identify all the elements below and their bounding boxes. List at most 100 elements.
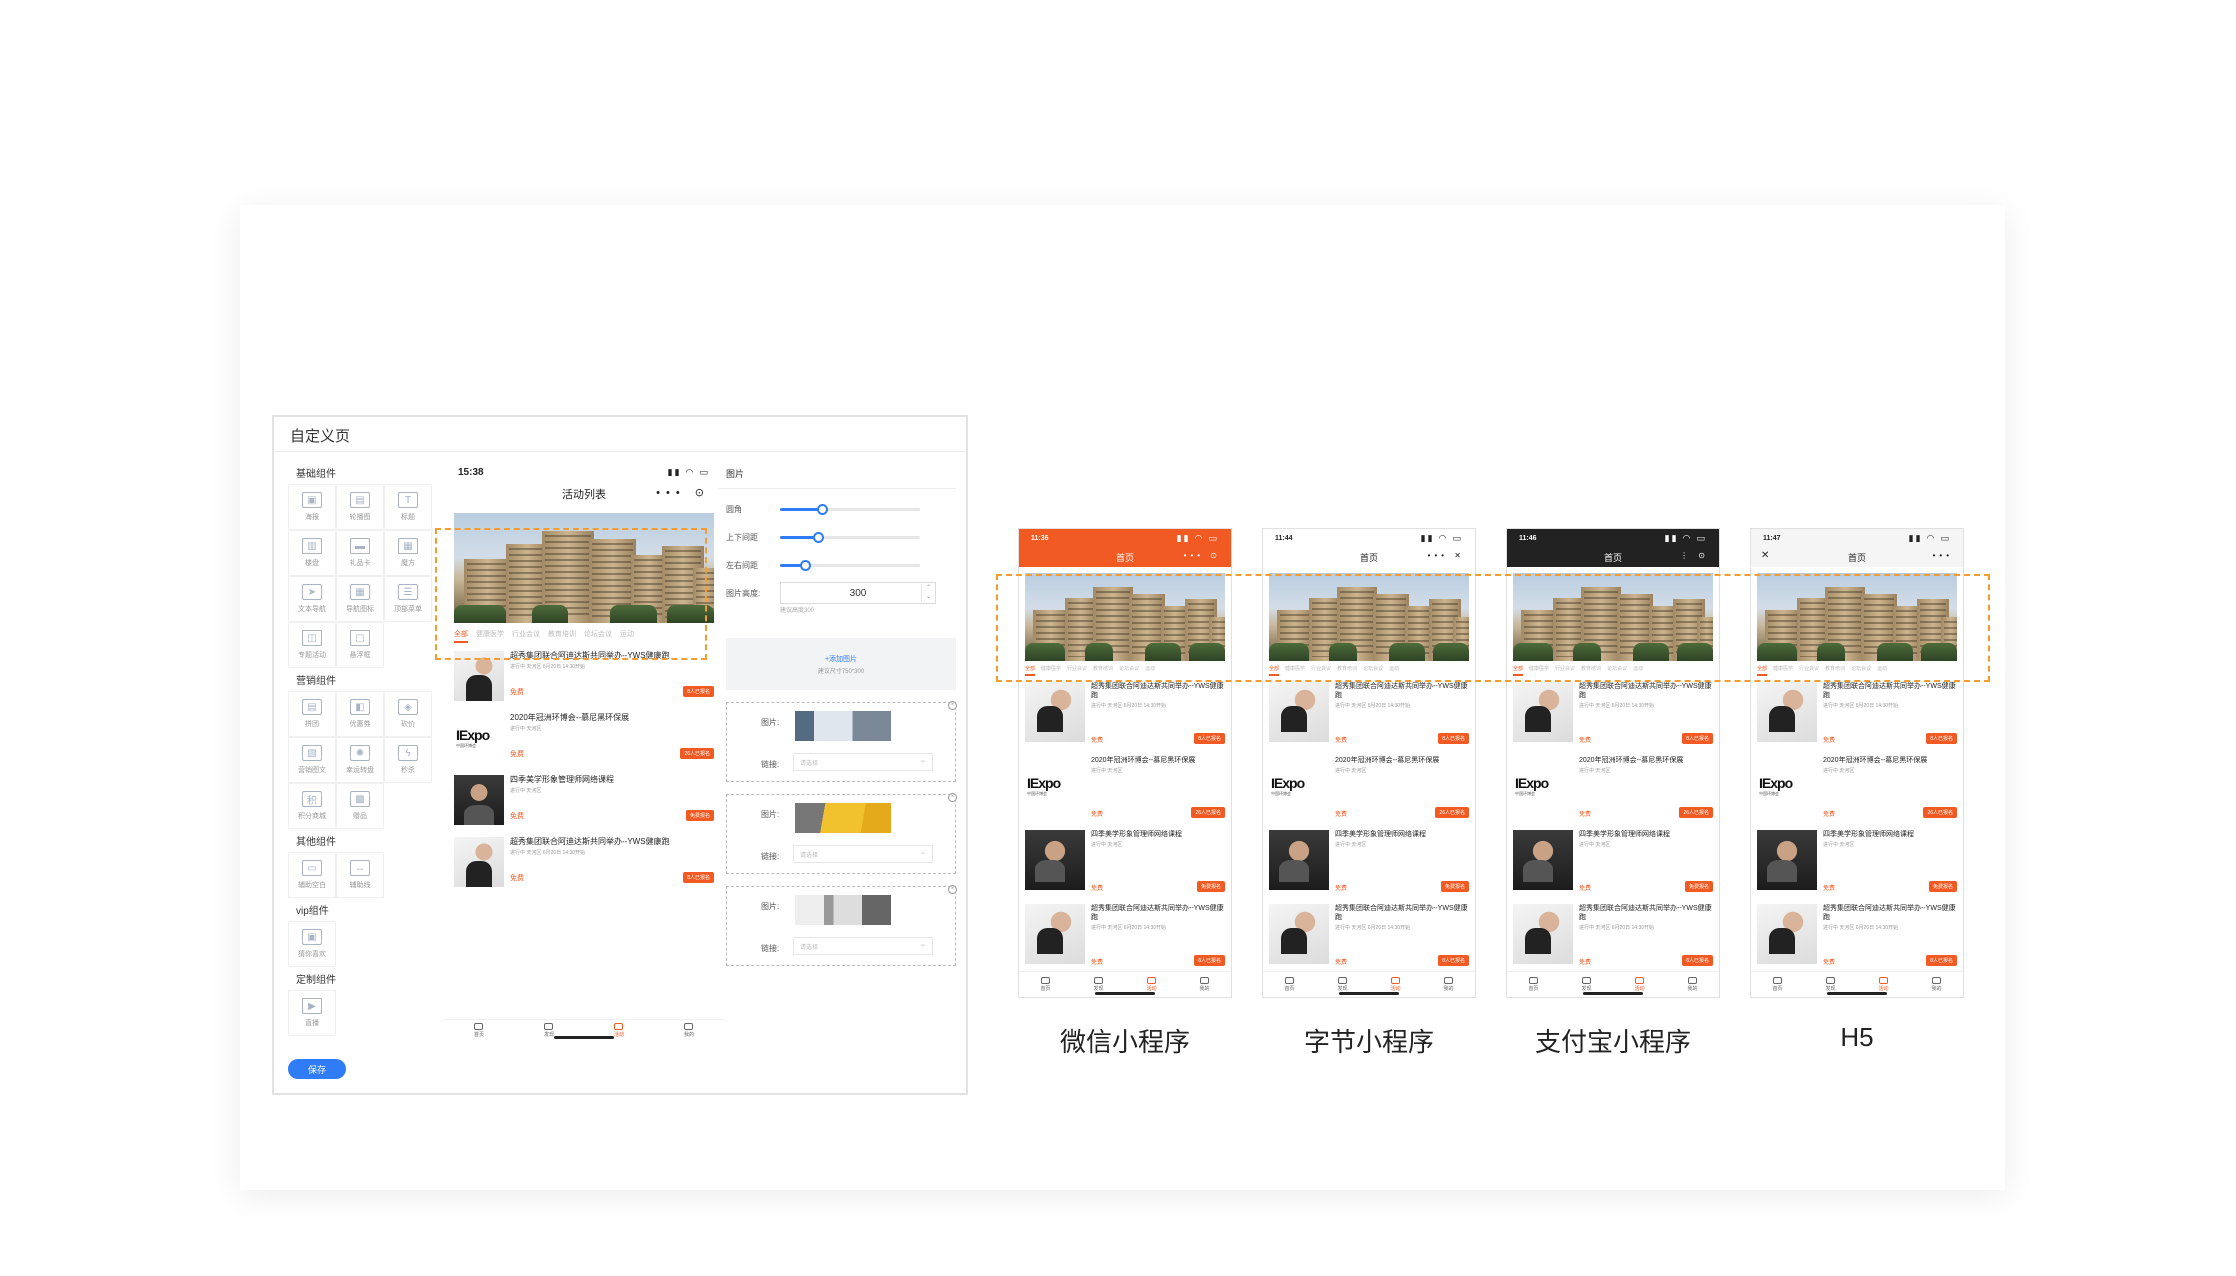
tabbar-item-user[interactable]: 我的: [1199, 977, 1210, 992]
link-select[interactable]: 请选择: [793, 937, 933, 955]
home-icon: [474, 1023, 484, 1030]
add-image-button[interactable]: +添加图片 建议尺寸750*300: [726, 638, 956, 690]
component-grid: ▶ 直播: [288, 990, 440, 1036]
component-nav-grid[interactable]: ▦ 导航图标: [336, 576, 384, 622]
event-item[interactable]: IExpo 中国环博会 2020年冠洲环博会--慕尼黑环保展 进行中 天河区 免费 26人…: [1507, 750, 1719, 824]
link-select[interactable]: 请选择: [793, 845, 933, 863]
event-item[interactable]: 四季美学形象管理师网络课程 进行中 天河区 免费 免费报名: [1019, 824, 1231, 898]
component-tag[interactable]: ◈ 砍价: [384, 691, 432, 737]
tabbar-item-user[interactable]: 我的: [1687, 977, 1698, 992]
slider-handle[interactable]: [800, 559, 812, 571]
event-item[interactable]: 超秀集团联合阿迪达斯共同举办--YWS健康跑 进行中 天河区 6月20日 14:3…: [1263, 676, 1475, 750]
event-item[interactable]: IExpo 中国环博会 2020年冠洲环博会--慕尼黑环保展 进行中 天河区 免费 26人…: [1751, 750, 1963, 824]
component-carousel[interactable]: ▤ 轮播图: [336, 484, 384, 530]
image-thumbnail[interactable]: [795, 803, 891, 833]
event-item[interactable]: IExpo 中国环博会 2020年冠洲环博会--慕尼黑环保展 进行中 天河区 免费 26人…: [1263, 750, 1475, 824]
image-label: 图片:: [761, 718, 780, 727]
event-item[interactable]: 超秀集团联合阿迪达斯共同举办--YWS健康跑 进行中 天河区 6月20日 14:3…: [1263, 898, 1475, 972]
event-item[interactable]: 四季美学形象管理师网络课程 进行中 天河区 免费 免费报名: [1751, 824, 1963, 898]
tabbar-item-home[interactable]: 首页: [1528, 977, 1539, 992]
event-item[interactable]: 超秀集团联合阿迪达斯共同举办--YWS健康跑 进行中 天河区 6月20日 14:3…: [1019, 676, 1231, 750]
event-item[interactable]: 四季美学形象管理师网络课程 进行中 天河区 免费 免费报名: [444, 767, 724, 829]
component-group-title: 定制组件: [296, 975, 336, 986]
event-price: 免费: [1335, 886, 1348, 892]
tabbar-item-discover[interactable]: 发现: [1093, 977, 1104, 992]
component-line[interactable]: ↔ 辅助线: [336, 852, 384, 898]
component-navigation[interactable]: ➤ 文本导航: [288, 576, 336, 622]
component-blank[interactable]: ▭ 辅助空白: [288, 852, 336, 898]
event-item[interactable]: IExpo 中国环博会 2020年冠洲环博会--慕尼黑环保展 进行中 天河区 免费 26人…: [1019, 750, 1231, 824]
component-present[interactable]: ▩ 赠品: [336, 783, 384, 829]
tabbar-item-flag[interactable]: 活动: [1390, 977, 1401, 992]
tabbar-item-flag[interactable]: 活动: [1634, 977, 1645, 992]
component-title[interactable]: T 标题: [384, 484, 432, 530]
close-icon[interactable]: ×: [948, 793, 957, 802]
tabbar-item-flag[interactable]: 活动: [614, 1023, 624, 1038]
tabbar-item-discover[interactable]: 发现: [544, 1023, 554, 1038]
more-icon[interactable]: •••: [1933, 551, 1953, 560]
close-icon[interactable]: ✕: [1761, 550, 1769, 561]
flag-icon: [1878, 977, 1888, 984]
event-item[interactable]: IExpo 中国环博会 2020年冠洲环博会--慕尼黑环保展 进行中 天河区 免费 26人…: [444, 705, 724, 767]
event-item[interactable]: 超秀集团联合阿迪达斯共同举办--YWS健康跑 进行中 天河区 6月20日 14:3…: [444, 829, 724, 891]
component-wheel[interactable]: ✺ 幸运转盘: [336, 737, 384, 783]
component-grid[interactable]: ▦ 魔方: [384, 530, 432, 576]
component-float[interactable]: ▢ 悬浮框: [336, 622, 384, 668]
event-item[interactable]: 超秀集团联合阿迪达斯共同举办--YWS健康跑 进行中 天河区 6月20日 14:3…: [1507, 676, 1719, 750]
component-image[interactable]: ▣ 海报: [288, 484, 336, 530]
tabbar-item-user[interactable]: 我的: [684, 1023, 694, 1038]
event-item[interactable]: 超秀集团联合阿迪达斯共同举办--YWS健康跑 进行中 天河区 6月20日 14:3…: [1019, 898, 1231, 972]
component-points[interactable]: 积积分商城: [288, 783, 336, 829]
link-select[interactable]: 请选择: [793, 753, 933, 771]
tabbar-label: 首页: [473, 1032, 484, 1038]
tabbar-item-discover[interactable]: 发现: [1581, 977, 1592, 992]
tabbar-item-flag[interactable]: 活动: [1146, 977, 1157, 992]
tabbar-item-home[interactable]: 首页: [1772, 977, 1783, 992]
height-input[interactable]: 300: [780, 582, 936, 604]
component-building[interactable]: ▥ 楼盘: [288, 530, 336, 576]
event-item[interactable]: 超秀集团联合阿迪达斯共同举办--YWS健康跑 进行中 天河区 6月20日 14:3…: [1507, 898, 1719, 972]
tabbar-item-flag[interactable]: 活动: [1878, 977, 1889, 992]
more-icon[interactable]: ⋮ ⊙: [1680, 551, 1709, 560]
more-icon[interactable]: ••• ⊙: [656, 486, 710, 499]
component-gift-card[interactable]: ▬ 礼品卡: [336, 530, 384, 576]
tabbar-item-discover[interactable]: 发现: [1337, 977, 1348, 992]
close-icon[interactable]: ×: [948, 885, 957, 894]
more-icon[interactable]: ••• ⊙: [1184, 551, 1221, 560]
slider-0[interactable]: [780, 503, 920, 515]
tabbar-item-home[interactable]: 首页: [1284, 977, 1295, 992]
component-article[interactable]: ▧ 营销图文: [288, 737, 336, 783]
event-item[interactable]: 四季美学形象管理师网络课程 进行中 天河区 免费 免费报名: [1263, 824, 1475, 898]
more-icon[interactable]: ••• ✕: [1428, 551, 1465, 560]
component-like[interactable]: ▣ 猜你喜欢: [288, 921, 336, 967]
event-item[interactable]: 超秀集团联合阿迪达斯共同举办--YWS健康跑 进行中 天河区 6月20日 14:3…: [1751, 676, 1963, 750]
divider: [274, 451, 966, 452]
close-icon[interactable]: ×: [948, 701, 957, 710]
building-icon: ▥: [302, 538, 322, 554]
component-live[interactable]: ▶ 直播: [288, 990, 336, 1036]
slider-1[interactable]: [780, 531, 920, 543]
save-button[interactable]: 保存: [288, 1059, 346, 1079]
event-item[interactable]: 超秀集团联合阿迪达斯共同举办--YWS健康跑 进行中 天河区 6月20日 14:3…: [1751, 898, 1963, 972]
event-price: 免费: [1091, 812, 1104, 818]
component-flash[interactable]: ϟ 秒杀: [384, 737, 432, 783]
title-icon: T: [398, 492, 418, 508]
event-price: 免费: [1823, 738, 1836, 744]
component-top-menu[interactable]: ☰ 顶部菜单: [384, 576, 432, 622]
slider-handle[interactable]: [817, 503, 828, 515]
slider-group: 圆角 上下间距 左右间距: [718, 489, 956, 579]
event-title: 2020年冠洲环博会--慕尼黑环保展: [1579, 757, 1684, 764]
component-topic[interactable]: ◫ 专题活动: [288, 622, 336, 668]
image-thumbnail[interactable]: [795, 895, 891, 925]
image-thumbnail[interactable]: [795, 711, 891, 741]
slider-handle[interactable]: [812, 531, 824, 543]
component-coupon[interactable]: ◧ 优惠券: [336, 691, 384, 737]
component-group-buy[interactable]: ▤ 拼团: [288, 691, 336, 737]
tabbar-item-user[interactable]: 我的: [1443, 977, 1454, 992]
tabbar-item-home[interactable]: 首页: [474, 1023, 484, 1038]
event-item[interactable]: 四季美学形象管理师网络课程 进行中 天河区 免费 免费报名: [1507, 824, 1719, 898]
tabbar-item-discover[interactable]: 发现: [1825, 977, 1836, 992]
tabbar-item-home[interactable]: 首页: [1040, 977, 1051, 992]
slider-2[interactable]: [780, 559, 920, 571]
tabbar-item-user[interactable]: 我的: [1931, 977, 1942, 992]
